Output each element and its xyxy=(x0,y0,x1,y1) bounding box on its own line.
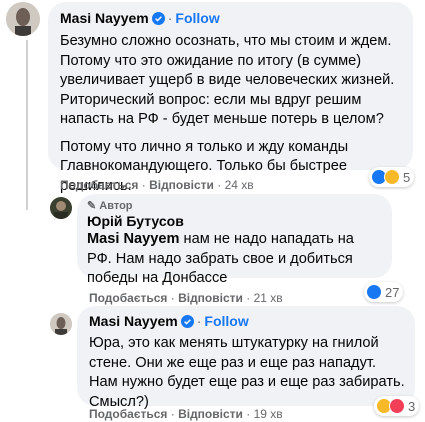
comment-actions-1: Подобається · Відповісти · 24 хв xyxy=(60,178,254,192)
avatar-photo xyxy=(50,313,72,335)
like-link[interactable]: Подобається xyxy=(89,291,167,305)
reply-link[interactable]: Відповісти xyxy=(178,291,243,305)
comment-bubble-1: Masi Nayyem · Follow Безумно сложно осозна… xyxy=(48,2,413,194)
reply-bubble-1: ✎ Автор Юрій Бутусов Masi Nayyem нам не … xyxy=(77,194,392,286)
comment-text-paragraph-1: Безумно сложно осознать, что мы стоим и … xyxy=(60,33,395,127)
verified-badge-icon xyxy=(180,315,194,333)
mention-link[interactable]: Masi Nayyem xyxy=(87,231,179,247)
verified-badge-icon xyxy=(151,12,165,30)
reply-author-name[interactable]: Masi Nayyem xyxy=(89,313,178,329)
comment-timestamp[interactable]: 24 хв xyxy=(225,178,254,192)
reply-author-name[interactable]: Юрій Бутусов xyxy=(87,213,382,229)
reaction-count: 3 xyxy=(408,398,416,414)
follow-button[interactable]: Follow xyxy=(175,10,219,26)
author-badge: ✎ Автор xyxy=(87,200,133,212)
heart-reaction-icon xyxy=(389,398,405,414)
separator-dot: · xyxy=(167,291,179,305)
reply-bubble-2: Masi Nayyem · Follow Юра, это как менять ш… xyxy=(77,306,415,410)
reaction-summary-1[interactable]: 5 xyxy=(369,167,415,187)
avatar-yurii-butusov[interactable] xyxy=(50,197,72,219)
reaction-summary-2[interactable]: 27 xyxy=(364,282,404,302)
separator-dot: · xyxy=(242,291,254,305)
separator-dot: · xyxy=(213,178,225,192)
separator-dot: · xyxy=(167,10,173,26)
avatar-photo xyxy=(6,2,40,36)
reply-timestamp[interactable]: 21 хв xyxy=(254,291,283,305)
separator-dot: · xyxy=(167,407,179,421)
haha-reaction-icon xyxy=(384,169,400,185)
reaction-summary-3[interactable]: 3 xyxy=(374,396,420,416)
avatar-masi-nayyem-reply[interactable] xyxy=(50,313,72,335)
separator-dot: · xyxy=(196,313,202,329)
reaction-count: 5 xyxy=(403,169,411,185)
thread-connector xyxy=(26,40,28,210)
reaction-count: 27 xyxy=(385,284,400,300)
reply-link[interactable]: Відповісти xyxy=(178,407,243,421)
like-link[interactable]: Подобається xyxy=(89,407,167,421)
like-reaction-icon xyxy=(366,284,382,300)
comment-author-name[interactable]: Masi Nayyem xyxy=(60,10,149,26)
separator-dot: · xyxy=(242,407,254,421)
separator-dot: · xyxy=(138,178,150,192)
reply-link[interactable]: Відповісти xyxy=(149,178,214,192)
avatar-photo xyxy=(50,197,72,219)
avatar-masi-nayyem[interactable] xyxy=(6,2,40,36)
author-pen-icon: ✎ xyxy=(87,200,97,212)
reply-actions-2: Подобається · Відповісти · 19 хв xyxy=(89,407,283,421)
follow-button[interactable]: Follow xyxy=(204,313,248,329)
reply-text: Юра, это как менять штукатурку на гнилой… xyxy=(89,335,405,410)
reply-text: Masi Nayyem нам не надо нападать на РФ. … xyxy=(87,231,354,286)
reply-actions-1: Подобається · Відповісти · 21 хв xyxy=(89,291,283,305)
reply-timestamp[interactable]: 19 хв xyxy=(254,407,283,421)
like-link[interactable]: Подобається xyxy=(60,178,138,192)
